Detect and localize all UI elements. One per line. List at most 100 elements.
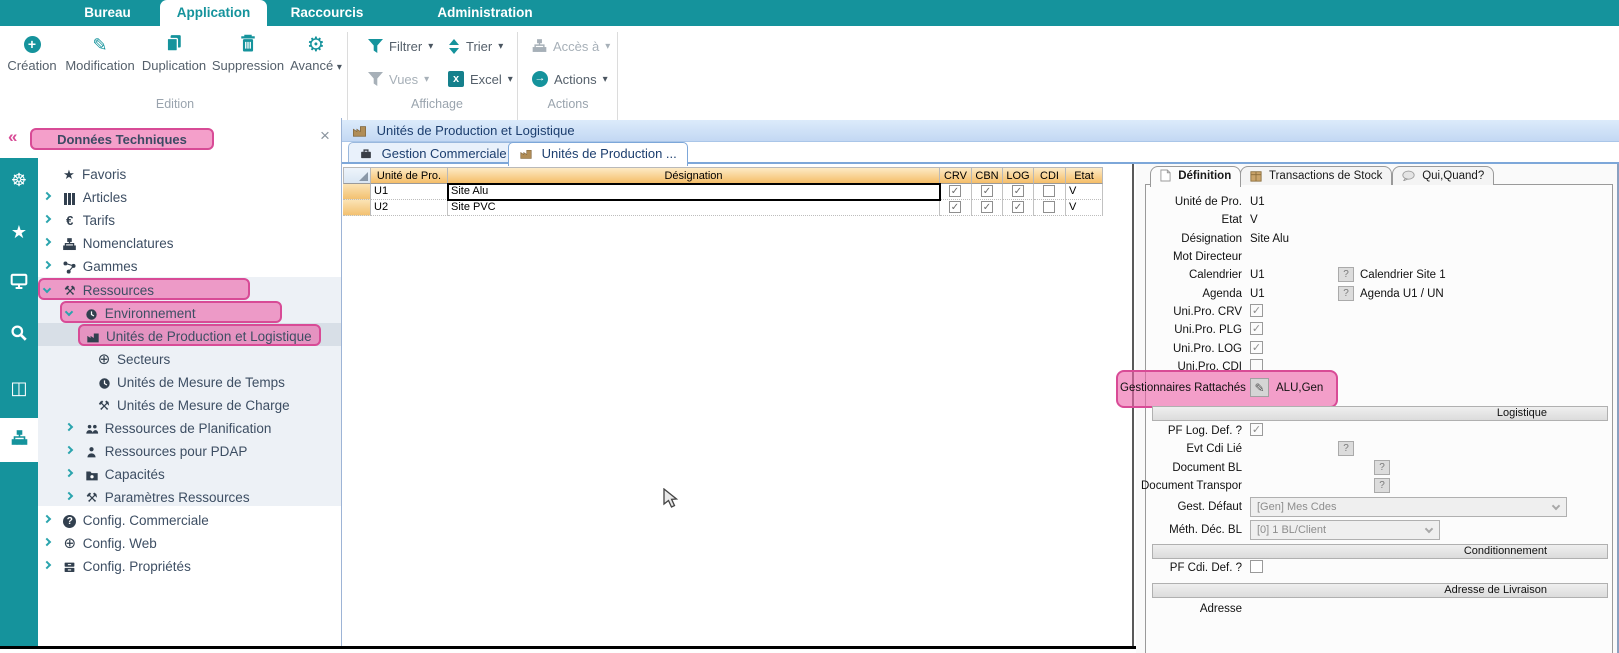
checkbox[interactable]	[1250, 560, 1263, 573]
group-caption-edition: Edition	[120, 97, 230, 111]
sidebar-item-config-web[interactable]: ⊕Config. Web	[44, 531, 157, 554]
checkbox[interactable]: ✓	[949, 185, 961, 197]
row-selector[interactable]	[343, 200, 371, 216]
cell-cbn[interactable]: ✓	[972, 200, 1003, 216]
collapse-sidebar-icon[interactable]: «	[8, 127, 17, 147]
sidebar-item-tarifs[interactable]: €Tarifs	[44, 208, 115, 231]
excel-icon: x	[448, 71, 464, 87]
suppression-button[interactable]: Suppression	[210, 34, 286, 73]
filtrer-button[interactable]: Filtrer ▾	[368, 35, 433, 57]
meth-dec-bl-dropdown[interactable]: [0] 1 BL/Client	[1250, 520, 1440, 540]
rail-sitemap-icon[interactable]	[0, 418, 38, 462]
sidebar-item-environnement[interactable]: Environnement	[66, 301, 196, 324]
rail-search-icon[interactable]	[0, 314, 38, 358]
doc-tab-unites-production[interactable]: Unités de Production ...	[508, 142, 688, 166]
cell-unite[interactable]: U2	[371, 200, 448, 216]
sidebar-item-gammes[interactable]: Gammes	[44, 254, 138, 277]
rail-columns-icon[interactable]: ◫	[0, 366, 38, 410]
checkbox[interactable]: ✓	[1250, 304, 1263, 317]
edit-hand-icon[interactable]: ✎	[1250, 378, 1269, 397]
sidebar-item-ressources[interactable]: ⚒Ressources	[44, 278, 154, 301]
menu-tab-administration[interactable]: Administration	[415, 0, 555, 26]
cell-crv[interactable]: ✓	[940, 200, 972, 216]
checkbox[interactable]: ✓	[1250, 322, 1263, 335]
cell-etat[interactable]: V	[1066, 200, 1103, 216]
menu-tab-application[interactable]: Application	[160, 0, 267, 26]
sidebar-item-config-proprietes[interactable]: Config. Propriétés	[44, 554, 191, 577]
cell-cdi[interactable]	[1034, 200, 1066, 216]
chevron-right-icon	[43, 561, 51, 569]
modification-button[interactable]: ✎ Modification	[62, 34, 138, 73]
checkbox[interactable]: ✓	[1012, 201, 1024, 213]
chevron-down-icon: ▾	[424, 74, 429, 85]
column-header[interactable]: Désignation	[448, 167, 940, 184]
checkbox[interactable]: ✓	[949, 201, 961, 213]
checkbox[interactable]: ✓	[1250, 341, 1263, 354]
help-button[interactable]: ?	[1374, 478, 1390, 493]
sidebar-item-config-commerciale[interactable]: ?Config. Commerciale	[44, 508, 209, 531]
help-button[interactable]: ?	[1338, 267, 1354, 282]
field-label: PF Log. Def. ?	[1120, 425, 1242, 437]
checkbox[interactable]	[1043, 185, 1055, 197]
excel-button[interactable]: x Excel ▾	[448, 68, 513, 90]
sidebar-item-ressources-planification[interactable]: Ressources de Planification	[66, 416, 271, 439]
vues-button[interactable]: Vues ▾	[368, 68, 429, 90]
sidebar-item-secteurs[interactable]: ⊕Secteurs	[95, 347, 170, 370]
rail-star-icon[interactable]: ★	[0, 210, 38, 254]
checkbox[interactable]: ✓	[1012, 185, 1024, 197]
checkbox[interactable]: ✓	[1250, 423, 1263, 436]
menu-tab-raccourcis[interactable]: Raccourcis	[272, 0, 382, 26]
duplication-button[interactable]: Duplication	[140, 34, 208, 73]
sidebar-item-unites-production-logistique[interactable]: Unités de Production et Logistique	[84, 324, 312, 347]
tab-qui-quand[interactable]: Qui,Quand?	[1392, 166, 1494, 185]
sidebar-item-articles[interactable]: Articles	[44, 185, 127, 208]
checkbox[interactable]: ✓	[981, 185, 993, 197]
cell-cdi[interactable]	[1034, 184, 1066, 200]
cell-unite[interactable]: U1	[371, 184, 448, 200]
sidebar-item-parametres-ressources[interactable]: ⚒Paramètres Ressources	[66, 485, 250, 508]
sidebar-item-ressources-pdap[interactable]: Ressources pour PDAP	[66, 439, 247, 462]
cell-crv[interactable]: ✓	[940, 184, 972, 200]
sidebar-item-capacites[interactable]: Capacités	[66, 462, 165, 485]
field-value: U1	[1250, 288, 1265, 300]
tab-transactions-de-stock[interactable]: Transactions de Stock	[1240, 166, 1392, 185]
sidebar-item-favoris[interactable]: ★Favoris	[60, 162, 126, 185]
menu-tab-bureau[interactable]: Bureau	[55, 0, 160, 26]
cell-log[interactable]: ✓	[1003, 184, 1034, 200]
help-button[interactable]: ?	[1374, 460, 1390, 475]
actions-button[interactable]: → Actions ▾	[532, 68, 608, 90]
rail-monitor-icon[interactable]	[0, 262, 38, 306]
cell-designation-focused[interactable]: Site Alu	[448, 184, 940, 200]
column-header[interactable]: CDI	[1034, 167, 1066, 184]
cell-designation[interactable]: Site PVC	[448, 200, 940, 216]
checkbox[interactable]: ✓	[981, 201, 993, 213]
cell-etat[interactable]: V	[1066, 184, 1103, 200]
column-header[interactable]: CRV	[940, 167, 972, 184]
column-header[interactable]: Etat	[1066, 167, 1103, 184]
briefcase-icon	[359, 148, 373, 160]
sidebar-item-nomenclatures[interactable]: Nomenclatures	[44, 231, 174, 254]
sidebar-item-unites-mesure-temps[interactable]: Unités de Mesure de Temps	[95, 370, 285, 393]
creation-button[interactable]: + Création	[6, 34, 58, 73]
close-icon[interactable]: ×	[320, 126, 330, 146]
sidebar-item-unites-mesure-charge[interactable]: ⚒Unités de Mesure de Charge	[95, 393, 290, 416]
gest-defaut-dropdown[interactable]: [Gen] Mes Cdes	[1250, 497, 1567, 517]
cell-log[interactable]: ✓	[1003, 200, 1034, 216]
column-header[interactable]: Unité de Pro.	[371, 167, 448, 184]
row-selector[interactable]	[343, 184, 371, 200]
field-label: Calendrier	[1120, 269, 1242, 281]
pencil-icon: ✎	[92, 35, 107, 55]
doc-tab-gestion-commerciale[interactable]: Gestion Commerciale ...	[348, 142, 532, 164]
column-header[interactable]: CBN	[972, 167, 1003, 184]
select-all-header-cell[interactable]	[343, 167, 371, 184]
tab-definition[interactable]: Définition	[1150, 166, 1241, 187]
avance-button[interactable]: ⚙ Avancé ▾	[288, 34, 344, 73]
column-header[interactable]: LOG	[1003, 167, 1034, 184]
rail-wheel-icon[interactable]: ☸	[0, 158, 38, 202]
cell-cbn[interactable]: ✓	[972, 184, 1003, 200]
acces-a-button[interactable]: Accès à ▾	[532, 35, 610, 57]
help-button[interactable]: ?	[1338, 441, 1354, 456]
trier-button[interactable]: Trier ▾	[448, 35, 503, 57]
help-button[interactable]: ?	[1338, 286, 1354, 301]
checkbox[interactable]	[1043, 201, 1055, 213]
